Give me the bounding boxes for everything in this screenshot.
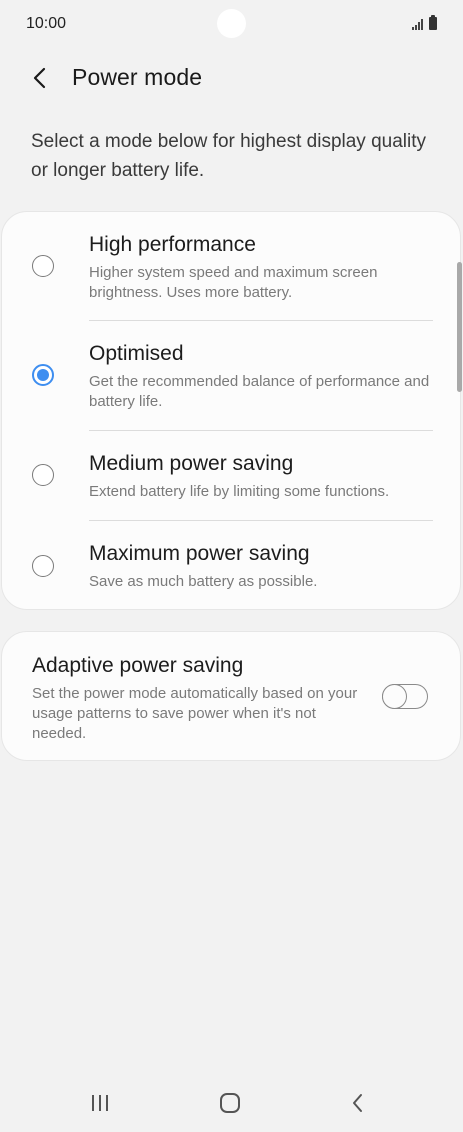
mode-title: Optimised [89,342,184,365]
back-icon [353,1094,362,1112]
mode-title: High performance [89,233,256,256]
mode-option-maximum-power-saving[interactable]: Maximum power saving Save as much batter… [2,521,460,609]
status-icons [412,14,437,30]
status-bar: 10:00 [0,0,463,48]
adaptive-power-saving-card[interactable]: Adaptive power saving Set the power mode… [1,631,461,761]
page-title: Power mode [72,64,203,90]
mode-option-high-performance[interactable]: High performance Higher system speed and… [2,212,460,320]
battery-icon [429,15,437,30]
adaptive-subtitle: Set the power mode automatically based o… [32,685,358,742]
header: Power mode [0,52,463,102]
back-button[interactable] [24,62,56,94]
mode-title: Medium power saving [89,452,294,475]
status-time: 10:00 [26,15,67,32]
power-modes-card: High performance Higher system speed and… [1,211,461,610]
recents-icon [92,1095,108,1111]
radio-button[interactable] [32,464,54,486]
radio-button[interactable] [32,555,54,577]
mode-subtitle: Extend battery life by limiting some fun… [89,483,390,500]
mode-subtitle: Higher system speed and maximum screen b… [89,264,378,301]
mode-option-optimised[interactable]: Optimised Get the recommended balance of… [2,321,460,430]
home-icon [220,1093,240,1113]
signal-icon [412,18,423,30]
radio-button[interactable] [32,255,54,277]
radio-button-selected[interactable] [32,364,54,386]
power-mode-screen: 10:00 Power mode Select a mode below for… [0,0,463,1132]
toggle-knob [382,683,407,709]
page-description: Select a mode below for highest display … [31,131,427,181]
nav-back-button[interactable] [338,1088,378,1118]
mode-subtitle: Get the recommended balance of performan… [89,373,430,410]
scroll-indicator[interactable] [457,262,462,392]
mode-title: Maximum power saving [89,542,310,565]
home-button[interactable] [210,1088,250,1118]
recents-button[interactable] [80,1088,120,1118]
chevron-left-icon [33,67,46,89]
mode-option-medium-power-saving[interactable]: Medium power saving Extend battery life … [2,431,460,520]
mode-subtitle: Save as much battery as possible. [89,573,318,590]
adaptive-power-saving-toggle[interactable] [382,683,428,709]
adaptive-title: Adaptive power saving [32,654,244,677]
navigation-bar [0,1078,463,1128]
camera-cutout [217,9,246,38]
